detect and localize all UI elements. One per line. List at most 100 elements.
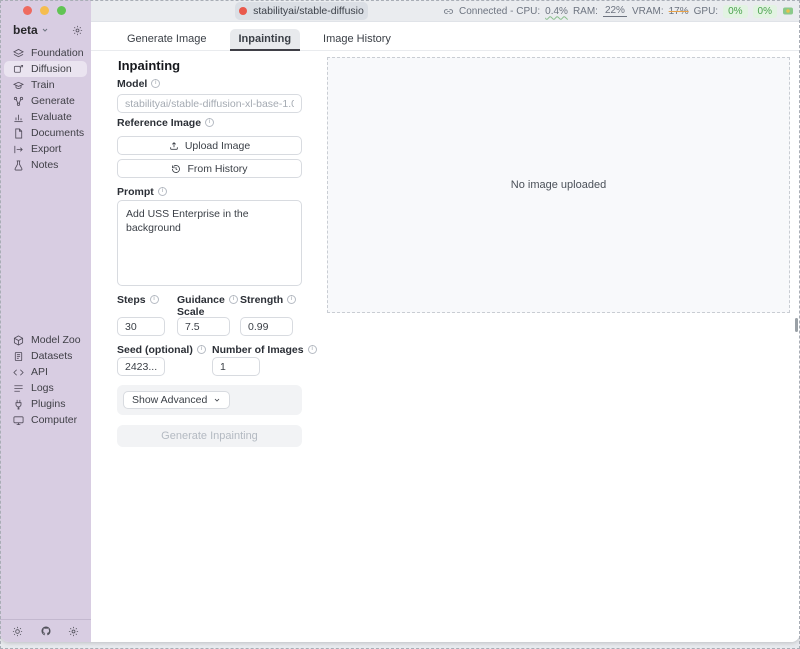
connected-label: Connected - CPU: <box>459 6 540 17</box>
sidebar-item-computer[interactable]: Computer <box>4 412 87 428</box>
seed-label: Seed (optional) <box>117 345 206 357</box>
prompt-label: Prompt <box>117 187 167 199</box>
document-tab[interactable]: stabilityai/stable-diffusio <box>235 2 368 20</box>
close-button[interactable] <box>23 6 32 15</box>
gear-icon <box>72 25 83 36</box>
settings-button[interactable] <box>68 626 79 637</box>
app-window: beta Foundation Diffusion Train <box>0 0 800 642</box>
number-of-images-input[interactable] <box>212 357 260 376</box>
bar-chart-icon <box>13 112 24 123</box>
cube-icon <box>13 335 24 346</box>
page-title: Inpainting <box>118 58 180 73</box>
guidance-scale-label: Guidance Scale <box>177 295 239 318</box>
upload-icon <box>169 141 179 151</box>
sidebar-item-label: Train <box>31 79 55 91</box>
sidebar-item-label: Logs <box>31 382 54 394</box>
strength-label: Strength <box>240 295 296 307</box>
sidebar-item-label: Datasets <box>31 350 72 362</box>
sidebar-item-diffusion[interactable]: Diffusion <box>4 61 87 77</box>
empty-preview-text: No image uploaded <box>511 179 606 191</box>
info-icon[interactable] <box>205 118 214 127</box>
advanced-section: Show Advanced <box>117 385 302 415</box>
traffic-lights <box>23 6 66 15</box>
ram-label: RAM: <box>573 6 598 17</box>
tab-generate-image[interactable]: Generate Image <box>118 29 216 50</box>
sidebar-item-label: API <box>31 366 48 378</box>
vram-value: 17% <box>669 6 689 17</box>
workspace-settings-button[interactable] <box>72 25 83 36</box>
info-icon[interactable] <box>197 345 206 354</box>
strength-input[interactable] <box>240 317 293 336</box>
steps-input[interactable] <box>117 317 165 336</box>
layers-icon <box>13 48 24 59</box>
generate-inpainting-button[interactable]: Generate Inpainting <box>117 425 302 447</box>
show-advanced-button[interactable]: Show Advanced <box>123 391 230 409</box>
sidebar-item-label: Plugins <box>31 398 65 410</box>
document-icon <box>13 128 24 139</box>
info-icon[interactable] <box>229 295 238 304</box>
info-icon[interactable] <box>287 295 296 304</box>
document-tab-title: stabilityai/stable-diffusio <box>253 5 364 17</box>
seed-input[interactable] <box>117 357 165 376</box>
sidebar-item-train[interactable]: Train <box>4 77 87 93</box>
reference-image-label: Reference Image <box>117 118 214 130</box>
graduation-cap-icon <box>13 80 24 91</box>
info-icon[interactable] <box>308 345 317 354</box>
code-icon <box>13 367 24 378</box>
model-label: Model <box>117 79 160 91</box>
minimize-button[interactable] <box>40 6 49 15</box>
sidebar-item-foundation[interactable]: Foundation <box>4 45 87 61</box>
sidebar-item-plugins[interactable]: Plugins <box>4 396 87 412</box>
cpu-value: 0.4% <box>545 6 568 17</box>
titlebar: stabilityai/stable-diffusio Connected - … <box>91 0 800 22</box>
info-icon[interactable] <box>151 79 160 88</box>
guidance-scale-input[interactable] <box>177 317 230 336</box>
sidebar-item-generate[interactable]: Generate <box>4 93 87 109</box>
unsaved-dot-icon <box>239 7 247 15</box>
tab-image-history[interactable]: Image History <box>314 29 400 50</box>
plug-icon <box>13 399 24 410</box>
sidebar: beta Foundation Diffusion Train <box>0 0 91 642</box>
sidebar-item-export[interactable]: Export <box>4 141 87 157</box>
workspace-dropdown[interactable]: beta <box>13 23 49 37</box>
link-icon <box>443 6 454 17</box>
sidebar-item-api[interactable]: API <box>4 364 87 380</box>
sidebar-item-logs[interactable]: Logs <box>4 380 87 396</box>
sidebar-footer <box>0 619 91 642</box>
logs-icon <box>13 383 24 394</box>
sidebar-item-model-zoo[interactable]: Model Zoo <box>4 332 87 348</box>
info-icon[interactable] <box>158 187 167 196</box>
export-arrow-icon <box>13 144 24 155</box>
github-button[interactable] <box>40 625 52 637</box>
upload-image-button[interactable]: Upload Image <box>117 136 302 155</box>
gpu-label: GPU: <box>694 6 718 17</box>
sidebar-primary-list: Foundation Diffusion Train Generate Eval… <box>4 45 87 173</box>
system-status: Connected - CPU: 0.4% RAM: 22% VRAM: 17%… <box>443 0 794 22</box>
from-history-button[interactable]: From History <box>117 159 302 178</box>
dataset-icon <box>13 351 24 362</box>
gpu-mem-badge: 0% <box>753 5 777 18</box>
zoom-button[interactable] <box>57 6 66 15</box>
gpu-chip-icon <box>782 6 794 16</box>
model-input <box>117 94 302 113</box>
steps-label: Steps <box>117 295 159 307</box>
sidebar-item-evaluate[interactable]: Evaluate <box>4 109 87 125</box>
prompt-textarea[interactable]: Add USS Enterprise in the background <box>117 200 302 286</box>
tab-bar: Generate Image Inpainting Image History <box>91 28 800 51</box>
info-icon[interactable] <box>150 295 159 304</box>
sidebar-item-label: Computer <box>31 414 77 426</box>
tab-inpainting[interactable]: Inpainting <box>230 29 301 50</box>
sidebar-item-label: Documents <box>31 127 84 139</box>
theme-toggle-button[interactable] <box>12 626 23 637</box>
scrollbar-thumb[interactable] <box>795 318 798 332</box>
sidebar-item-label: Foundation <box>31 47 84 59</box>
sidebar-secondary-list: Model Zoo Datasets API Logs Plugins Comp… <box>4 332 87 428</box>
workflow-icon <box>13 96 24 107</box>
ram-value: 22% <box>603 5 627 17</box>
sidebar-item-datasets[interactable]: Datasets <box>4 348 87 364</box>
sidebar-item-notes[interactable]: Notes <box>4 157 87 173</box>
sidebar-item-documents[interactable]: Documents <box>4 125 87 141</box>
chevron-down-icon <box>213 396 221 404</box>
history-icon <box>171 164 181 174</box>
number-of-images-label: Number of Images <box>212 345 317 357</box>
